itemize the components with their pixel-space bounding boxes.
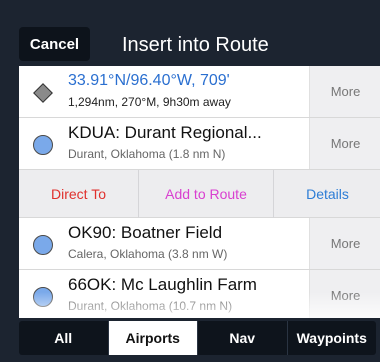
list-item-detail: Calera, Oklahoma (3.8 nm W) [68, 247, 228, 261]
list-item-detail: Durant, Oklahoma (10.7 nm N) [68, 299, 233, 313]
direct-to-button[interactable]: Direct To [19, 170, 139, 218]
airport-circle-icon [33, 287, 53, 307]
airport-circle-icon [33, 235, 53, 255]
cancel-button[interactable]: Cancel [19, 27, 90, 61]
list-item-ok90[interactable]: OK90: Boatner Field Calera, Oklahoma (3.… [19, 218, 380, 270]
more-button[interactable]: More [309, 218, 380, 269]
list-item-66ok[interactable]: 66OK: Mc Laughlin Farm Durant, Oklahoma … [19, 270, 380, 320]
tab-all[interactable]: All [19, 321, 109, 355]
waypoint-diamond-icon [33, 83, 53, 103]
more-button[interactable]: More [309, 66, 380, 117]
list-item-title: 33.91°N/96.40°W, 709' [68, 72, 230, 89]
row-action-bar: Direct To Add to Route Details [19, 170, 380, 218]
list-item-coordinate[interactable]: 33.91°N/96.40°W, 709' 1,294nm, 270°M, 9h… [19, 66, 380, 118]
tab-nav[interactable]: Nav [198, 321, 288, 355]
details-button[interactable]: Details [274, 170, 380, 218]
more-button[interactable]: More [309, 270, 380, 320]
filter-tab-bar: All Airports Nav Waypoints [0, 318, 380, 362]
tab-airports[interactable]: Airports [108, 321, 198, 355]
list-item-title: KDUA: Durant Regional... [68, 123, 262, 142]
add-to-route-button[interactable]: Add to Route [139, 170, 274, 218]
tab-waypoints[interactable]: Waypoints [288, 321, 377, 355]
list-item-title: OK90: Boatner Field [68, 223, 223, 242]
list-item-detail: Durant, Oklahoma (1.8 nm N) [68, 147, 226, 161]
results-list: 33.91°N/96.40°W, 709' 1,294nm, 270°M, 9h… [19, 66, 380, 320]
header-bar: Cancel Insert into Route [0, 0, 380, 66]
more-button[interactable]: More [309, 118, 380, 169]
list-item-kdua[interactable]: KDUA: Durant Regional... Durant, Oklahom… [19, 118, 380, 170]
airport-circle-icon [33, 135, 53, 155]
list-item-detail: 1,294nm, 270°M, 9h30m away [68, 95, 231, 109]
list-item-title: 66OK: Mc Laughlin Farm [68, 275, 257, 294]
page-title: Insert into Route [122, 34, 269, 56]
segmented-control: All Airports Nav Waypoints [19, 321, 376, 355]
